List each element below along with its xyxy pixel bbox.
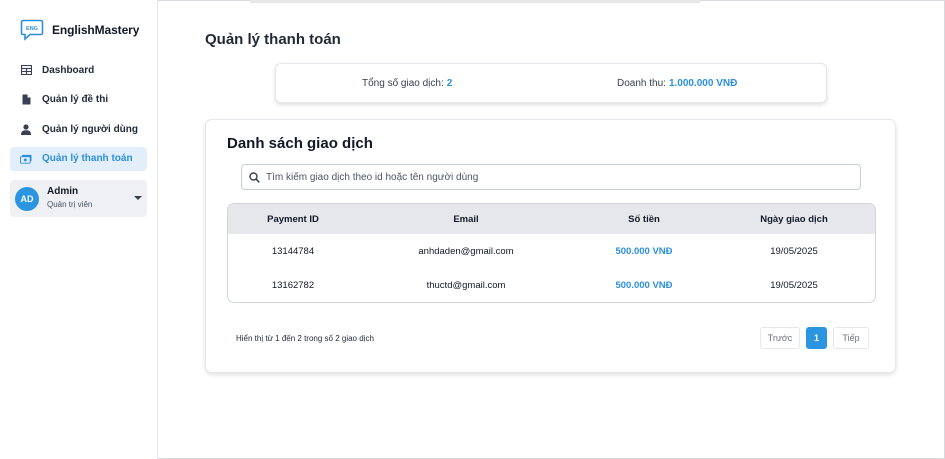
stat-revenue-value: 1.000.000 VNĐ: [668, 78, 738, 89]
table-row[interactable]: 13144784 anhdaden@gmail.com 500.000 VNĐ …: [228, 234, 875, 268]
user-info: Admin Quản trị viên: [47, 186, 92, 211]
column-header-amount[interactable]: Số tiền: [574, 214, 714, 225]
pagination-info: Hiển thị từ 1 đến 2 trong số 2 giao dịch: [236, 334, 374, 343]
transactions-card: Danh sách giao dịch Payment ID Email Số …: [205, 119, 896, 373]
table-grid-icon: [20, 64, 32, 76]
page-title: Quản lý thanh toán: [205, 31, 341, 48]
brand-name: EnglishMastery: [52, 23, 140, 37]
user-name: Admin: [47, 186, 79, 197]
cell-email: anhdaden@gmail.com: [418, 245, 514, 257]
user-icon: [20, 123, 32, 135]
sidebar-item-users[interactable]: Quản lý người dùng: [10, 117, 147, 141]
sidebar-item-dashboard[interactable]: Dashboard: [10, 58, 147, 82]
stat-total-value: 2: [446, 78, 453, 89]
card-title: Danh sách giao dịch: [227, 135, 373, 152]
user-menu[interactable]: AD Admin Quản trị viên: [10, 180, 147, 217]
page-1-button[interactable]: 1: [806, 327, 827, 349]
stat-revenue-label: Doanh thu:: [617, 78, 666, 89]
cell-amount: 500.000 VNĐ: [615, 279, 673, 291]
stats-card: Tổng số giao dịch: 2 Doanh thu: 1.000.000 …: [275, 63, 827, 103]
money-bill-icon: [20, 153, 32, 165]
logo-text: ENG: [26, 26, 38, 32]
table-header: Payment ID Email Số tiền Ngày giao dịch: [228, 204, 875, 234]
search-box[interactable]: [241, 164, 861, 190]
pagination: Trước 1 Tiếp: [760, 327, 869, 349]
cell-date: 19/05/2025: [770, 279, 818, 291]
cell-payment-id: 13162782: [271, 279, 315, 291]
cell-payment-id: 13144784: [271, 245, 315, 257]
sidebar-item-payments[interactable]: Quản lý thanh toán: [10, 146, 147, 171]
user-role: Quản trị viên: [47, 200, 93, 209]
cell-email: thuctd@gmail.com: [426, 279, 506, 291]
cell-date: 19/05/2025: [770, 245, 818, 257]
speech-bubble-logo-icon: ENG: [20, 19, 44, 41]
column-header-date[interactable]: Ngày giao dịch: [714, 214, 874, 225]
previous-page-button[interactable]: Trước: [760, 327, 800, 349]
transactions-table: Payment ID Email Số tiền Ngày giao dịch …: [227, 203, 876, 303]
avatar: AD: [15, 186, 39, 211]
next-page-button[interactable]: Tiếp: [833, 327, 869, 349]
stat-revenue: Doanh thu: 1.000.000 VNĐ: [617, 78, 737, 89]
table-row[interactable]: 13162782 thuctd@gmail.com 500.000 VNĐ 19…: [228, 268, 875, 302]
column-header-payment-id[interactable]: Payment ID: [228, 214, 358, 225]
column-header-email[interactable]: Email: [358, 214, 574, 225]
caret-down-icon[interactable]: [134, 196, 142, 200]
stat-total-transactions: Tổng số giao dịch: 2: [362, 78, 452, 89]
sidebar-nav: Dashboard Quản lý đề thi Quản lý người d…: [10, 58, 147, 176]
document-icon: [20, 94, 32, 106]
search-icon: [249, 171, 260, 183]
sidebar-item-label: Quản lý thanh toán: [42, 153, 133, 165]
sidebar: ENG EnglishMastery Dashboard Quản lý đề …: [0, 0, 158, 459]
brand[interactable]: ENG EnglishMastery: [20, 18, 139, 42]
search-input[interactable]: [266, 171, 846, 183]
sidebar-item-label: Dashboard: [42, 64, 95, 76]
sidebar-item-exams[interactable]: Quản lý đề thi: [10, 88, 147, 112]
sidebar-item-label: Quản lý đề thi: [42, 94, 109, 106]
stat-total-label: Tổng số giao dịch:: [362, 78, 444, 89]
cell-amount: 500.000 VNĐ: [615, 245, 673, 257]
sidebar-item-label: Quản lý người dùng: [42, 123, 139, 135]
top-edge: [250, 0, 700, 3]
